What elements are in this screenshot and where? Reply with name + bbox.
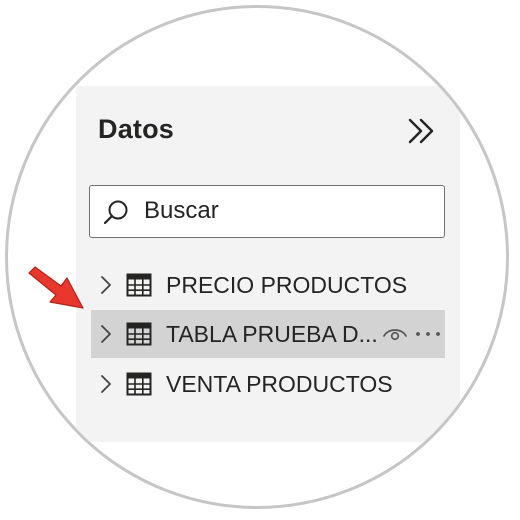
- chevron-right-icon[interactable]: [99, 274, 113, 296]
- collapse-pane-button[interactable]: [406, 116, 440, 146]
- circular-frame: Datos Buscar PRECIO PRODUCTOS TABLA PRUE…: [5, 5, 509, 509]
- table-item-venta-productos[interactable]: VENTA PRODUCTOS: [91, 360, 445, 408]
- pane-title: Datos: [98, 114, 175, 144]
- more-options-icon[interactable]: [414, 324, 442, 344]
- search-icon: [103, 200, 128, 225]
- double-chevron-right-icon: [408, 118, 434, 144]
- table-label: TABLA PRUEBA D...: [166, 321, 378, 347]
- data-pane: Datos Buscar PRECIO PRODUCTOS TABLA PRUE…: [76, 86, 460, 442]
- table-label: PRECIO PRODUCTOS: [166, 272, 408, 298]
- eye-icon[interactable]: [382, 325, 408, 343]
- search-box[interactable]: [89, 185, 445, 238]
- chevron-right-icon[interactable]: [99, 373, 113, 395]
- table-icon: [126, 372, 152, 396]
- table-icon: [126, 322, 152, 346]
- table-item-precio-productos[interactable]: PRECIO PRODUCTOS: [91, 261, 445, 309]
- search-input[interactable]: [144, 196, 434, 226]
- table-icon: [126, 273, 152, 297]
- table-item-tabla-prueba[interactable]: TABLA PRUEBA D...: [91, 310, 445, 358]
- table-label: VENTA PRODUCTOS: [166, 371, 393, 397]
- screenshot-stage: Datos Buscar PRECIO PRODUCTOS TABLA PRUE…: [0, 0, 520, 520]
- red-arrow-icon: [28, 266, 84, 309]
- chevron-right-icon[interactable]: [99, 323, 113, 345]
